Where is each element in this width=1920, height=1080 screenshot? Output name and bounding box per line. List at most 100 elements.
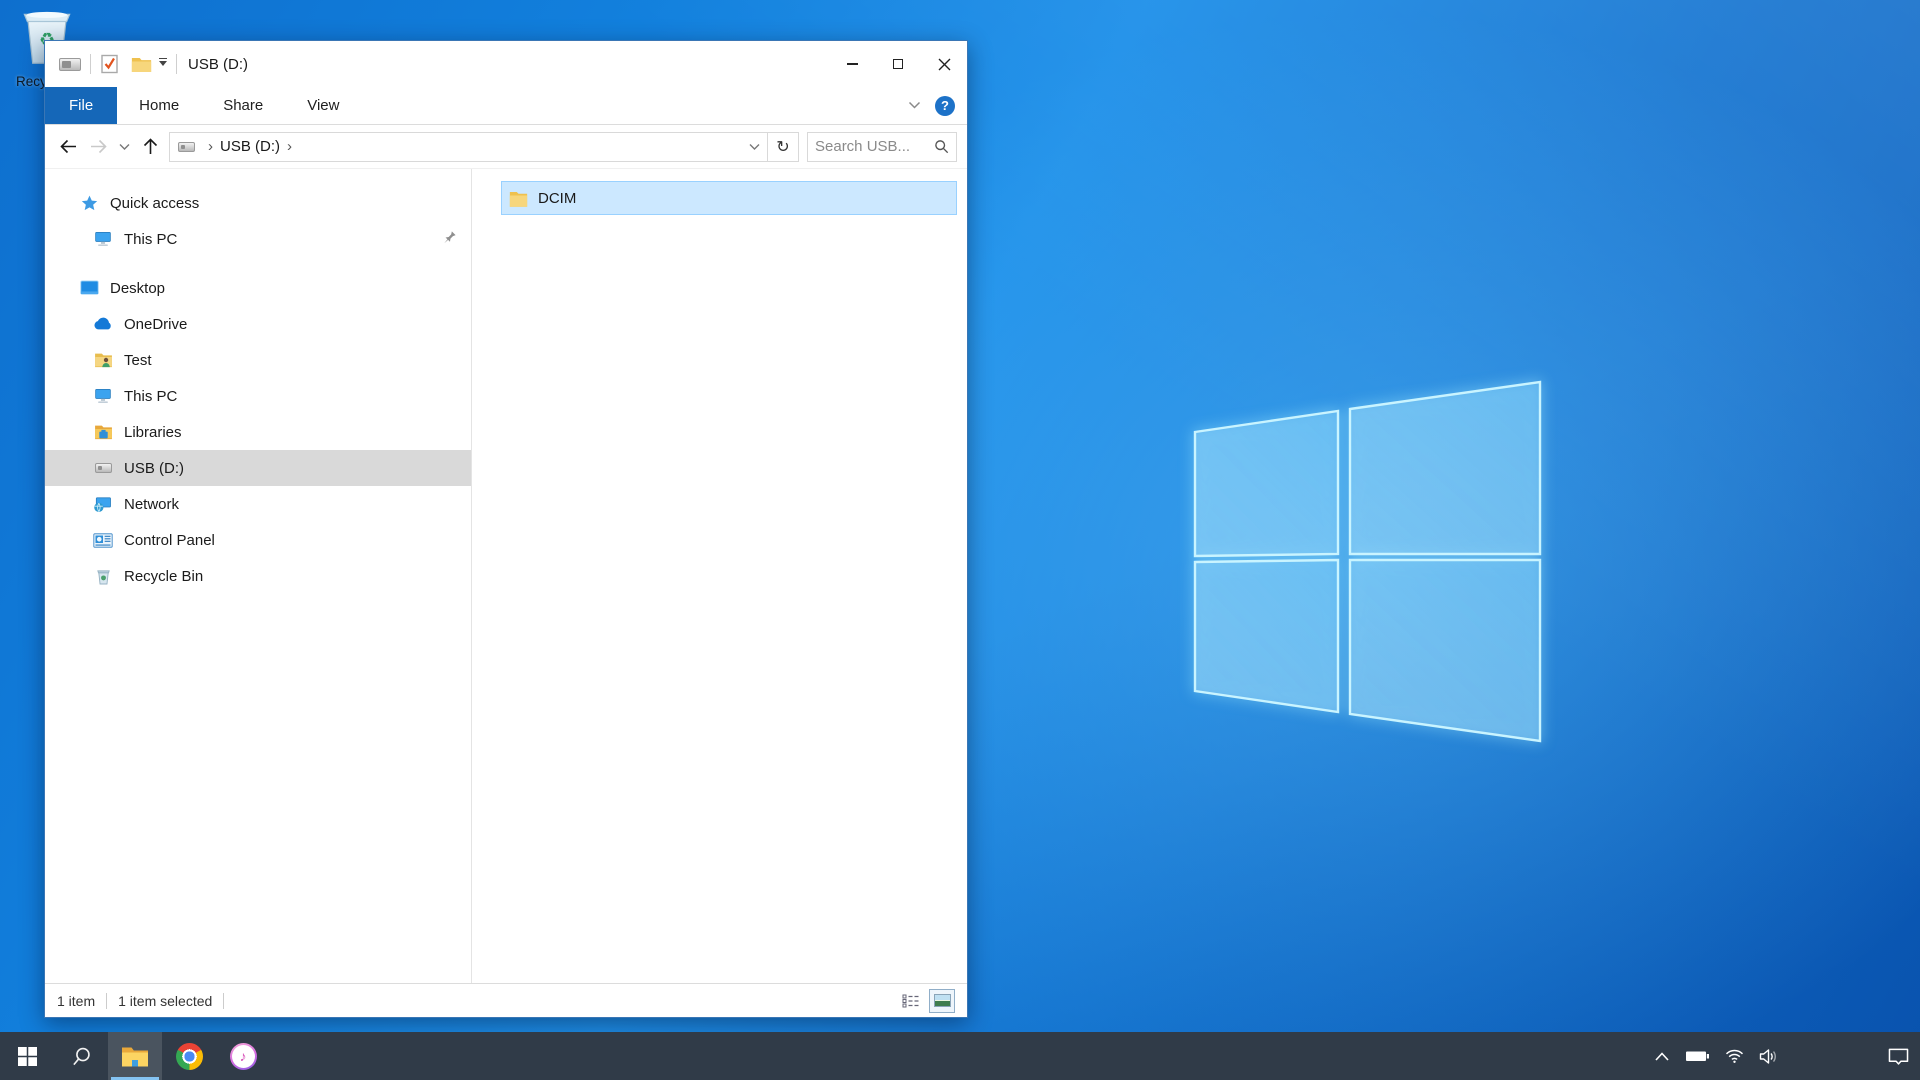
back-arrow-icon bbox=[60, 139, 77, 154]
chrome-icon bbox=[176, 1043, 203, 1070]
forward-button[interactable] bbox=[83, 132, 113, 162]
divider bbox=[90, 54, 91, 74]
taskbar-file-explorer-button[interactable] bbox=[108, 1032, 162, 1080]
taskbar: ♪ bbox=[0, 1032, 1920, 1080]
back-button[interactable] bbox=[53, 132, 83, 162]
status-bar: 1 item 1 item selected bbox=[45, 983, 967, 1017]
control-panel-icon bbox=[93, 530, 113, 550]
new-folder-icon[interactable] bbox=[131, 56, 152, 73]
navigation-pane: Quick access This PC Desktop bbox=[45, 169, 471, 983]
taskbar-search-button[interactable] bbox=[54, 1032, 108, 1080]
close-icon bbox=[938, 58, 951, 71]
search-box[interactable] bbox=[807, 132, 957, 162]
file-explorer-window: USB (D:) File Home Share View bbox=[44, 40, 968, 1018]
help-button[interactable]: ? bbox=[935, 96, 955, 116]
taskbar-itunes-button[interactable]: ♪ bbox=[216, 1032, 270, 1080]
tab-file[interactable]: File bbox=[45, 87, 117, 124]
this-pc-icon bbox=[93, 229, 113, 249]
libraries-icon bbox=[93, 422, 113, 442]
breadcrumb-usb-d[interactable]: USB (D:) bbox=[220, 138, 280, 155]
quick-access-toolbar-dropdown-icon[interactable] bbox=[159, 58, 167, 71]
minimize-icon bbox=[847, 63, 858, 64]
folder-icon bbox=[509, 190, 528, 207]
sidebar-item-usb-d[interactable]: USB (D:) bbox=[45, 450, 471, 486]
tab-view[interactable]: View bbox=[285, 87, 361, 124]
chevron-down-icon bbox=[119, 143, 130, 151]
search-icon bbox=[71, 1046, 92, 1067]
up-arrow-icon bbox=[143, 138, 158, 155]
refresh-button[interactable]: ↻ bbox=[768, 133, 798, 161]
wifi-icon[interactable] bbox=[1725, 1048, 1744, 1064]
breadcrumb-chevron-icon: › bbox=[208, 138, 213, 155]
file-list[interactable]: DCIM bbox=[472, 169, 969, 983]
divider bbox=[176, 54, 177, 74]
sidebar-item-recycle-bin[interactable]: Recycle Bin bbox=[45, 558, 471, 594]
maximize-icon bbox=[893, 59, 903, 69]
details-view-button[interactable] bbox=[897, 989, 923, 1013]
thumbnail-view-icon bbox=[934, 994, 951, 1007]
pin-icon bbox=[442, 230, 457, 249]
network-icon bbox=[93, 494, 113, 514]
sidebar-item-this-pc[interactable]: This PC bbox=[45, 378, 471, 414]
chevron-down-icon bbox=[749, 143, 760, 151]
address-bar[interactable]: › USB (D:) › ↻ bbox=[169, 132, 799, 162]
sidebar-item-desktop[interactable]: Desktop bbox=[45, 270, 471, 306]
usb-drive-icon bbox=[178, 142, 195, 152]
breadcrumb-chevron-icon: › bbox=[287, 138, 292, 155]
details-view-icon bbox=[902, 994, 919, 1008]
quick-access-star-icon bbox=[79, 193, 99, 213]
thumbnail-view-button[interactable] bbox=[929, 989, 955, 1013]
minimize-button[interactable] bbox=[829, 41, 875, 87]
sidebar-item-libraries[interactable]: Libraries bbox=[45, 414, 471, 450]
properties-icon[interactable] bbox=[100, 54, 119, 74]
tab-share[interactable]: Share bbox=[201, 87, 285, 124]
battery-icon[interactable] bbox=[1685, 1048, 1710, 1064]
windows-start-icon bbox=[18, 1047, 37, 1066]
ribbon-tab-bar: File Home Share View ? bbox=[45, 87, 967, 125]
sidebar-item-this-pc-pinned[interactable]: This PC bbox=[45, 221, 471, 257]
desktop-icon bbox=[79, 278, 99, 298]
expand-ribbon-chevron-icon[interactable] bbox=[908, 101, 921, 110]
music-note-glyph: ♪ bbox=[240, 1048, 247, 1064]
system-tray bbox=[1654, 1032, 1920, 1080]
file-explorer-icon bbox=[121, 1045, 149, 1068]
sidebar-item-onedrive[interactable]: OneDrive bbox=[45, 306, 471, 342]
refresh-icon: ↻ bbox=[776, 137, 789, 157]
selection-count: 1 item selected bbox=[118, 993, 212, 1009]
divider bbox=[223, 993, 224, 1009]
onedrive-cloud-icon bbox=[93, 314, 113, 334]
search-input[interactable] bbox=[815, 138, 934, 155]
sidebar-item-network[interactable]: Network bbox=[45, 486, 471, 522]
item-count: 1 item bbox=[57, 993, 95, 1009]
caption-buttons bbox=[829, 41, 967, 87]
action-center-icon[interactable] bbox=[1887, 1047, 1910, 1066]
user-folder-icon bbox=[93, 350, 113, 370]
this-pc-icon bbox=[93, 386, 113, 406]
maximize-button[interactable] bbox=[875, 41, 921, 87]
address-dropdown-button[interactable] bbox=[741, 133, 767, 161]
recycle-bin-icon bbox=[93, 566, 113, 586]
file-item-dcim[interactable]: DCIM bbox=[501, 181, 957, 215]
up-button[interactable] bbox=[135, 132, 165, 162]
start-button[interactable] bbox=[0, 1032, 54, 1080]
sidebar-item-quick-access[interactable]: Quick access bbox=[45, 185, 471, 221]
usb-drive-icon bbox=[59, 58, 81, 71]
desktop: ♻ Recycle Bin USB (D:) bbox=[0, 0, 1920, 1080]
usb-drive-icon bbox=[93, 458, 113, 478]
sidebar-item-test[interactable]: Test bbox=[45, 342, 471, 378]
taskbar-chrome-button[interactable] bbox=[162, 1032, 216, 1080]
file-item-label: DCIM bbox=[538, 190, 576, 207]
itunes-icon: ♪ bbox=[230, 1043, 257, 1070]
recent-locations-button[interactable] bbox=[113, 132, 135, 162]
tab-home[interactable]: Home bbox=[117, 87, 201, 124]
close-button[interactable] bbox=[921, 41, 967, 87]
window-body: Quick access This PC Desktop bbox=[45, 169, 967, 983]
title-bar[interactable]: USB (D:) bbox=[45, 41, 967, 87]
sidebar-item-control-panel[interactable]: Control Panel bbox=[45, 522, 471, 558]
tray-chevron-up-icon[interactable] bbox=[1654, 1051, 1670, 1062]
volume-icon[interactable] bbox=[1759, 1048, 1779, 1065]
navigation-toolbar: › USB (D:) › ↻ bbox=[45, 125, 967, 169]
window-title: USB (D:) bbox=[188, 56, 248, 73]
forward-arrow-icon bbox=[90, 139, 107, 154]
search-icon[interactable] bbox=[934, 139, 949, 154]
